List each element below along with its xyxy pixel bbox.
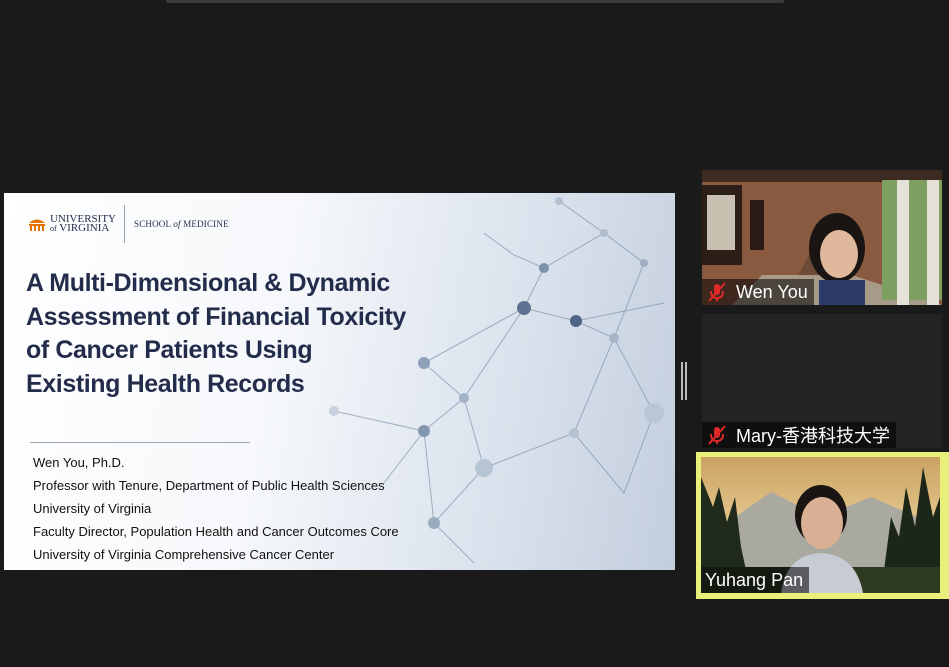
rotunda-icon [29, 219, 45, 231]
participant-name-bar: Wen You [702, 279, 814, 305]
slide-divider-line [30, 442, 250, 443]
logo-divider [124, 205, 125, 243]
uva-school-of-medicine-logo: UNIVERSITY of VIRGINIA SCHOOL of MEDICIN… [28, 205, 229, 243]
video-feed-container: Yuhang Pan [701, 457, 940, 593]
participant-name-bar: Mary-香港科技大学 [702, 422, 896, 448]
author-name: Wen You, Ph.D. [33, 455, 125, 470]
author-affiliation: University of Virginia [33, 501, 152, 516]
mic-muted-icon [708, 425, 726, 445]
school-of-medicine-label: SCHOOL of MEDICINE [134, 219, 229, 229]
participant-tile-yuhang-pan[interactable]: Yuhang Pan [696, 452, 949, 599]
author-role: Faculty Director, Population Health and … [33, 524, 399, 539]
author-center: University of Virginia Comprehensive Can… [33, 547, 335, 562]
slide-title: A Multi-Dimensional & Dynamic Assessment… [26, 269, 406, 398]
participant-name: Mary-香港科技大学 [736, 426, 890, 446]
uva-wordmark: UNIVERSITY of VIRGINIA [50, 213, 116, 234]
participant-name: Wen You [736, 281, 808, 302]
participant-tile-mary[interactable]: Mary-香港科技大学 [702, 314, 942, 448]
author-credits: Wen You, Ph.D. Professor with Tenure, De… [33, 451, 399, 566]
shared-screen-slide: UNIVERSITY of VIRGINIA SCHOOL of MEDICIN… [4, 193, 675, 570]
top-toolbar-edge [166, 0, 784, 3]
participant-tile-wen-you[interactable]: Wen You [702, 170, 942, 305]
participant-name-bar: Yuhang Pan [701, 567, 810, 593]
panel-resize-handle[interactable] [681, 362, 687, 400]
participant-name: Yuhang Pan [705, 569, 804, 590]
mic-muted-icon [708, 282, 726, 302]
author-title: Professor with Tenure, Department of Pub… [33, 478, 385, 493]
